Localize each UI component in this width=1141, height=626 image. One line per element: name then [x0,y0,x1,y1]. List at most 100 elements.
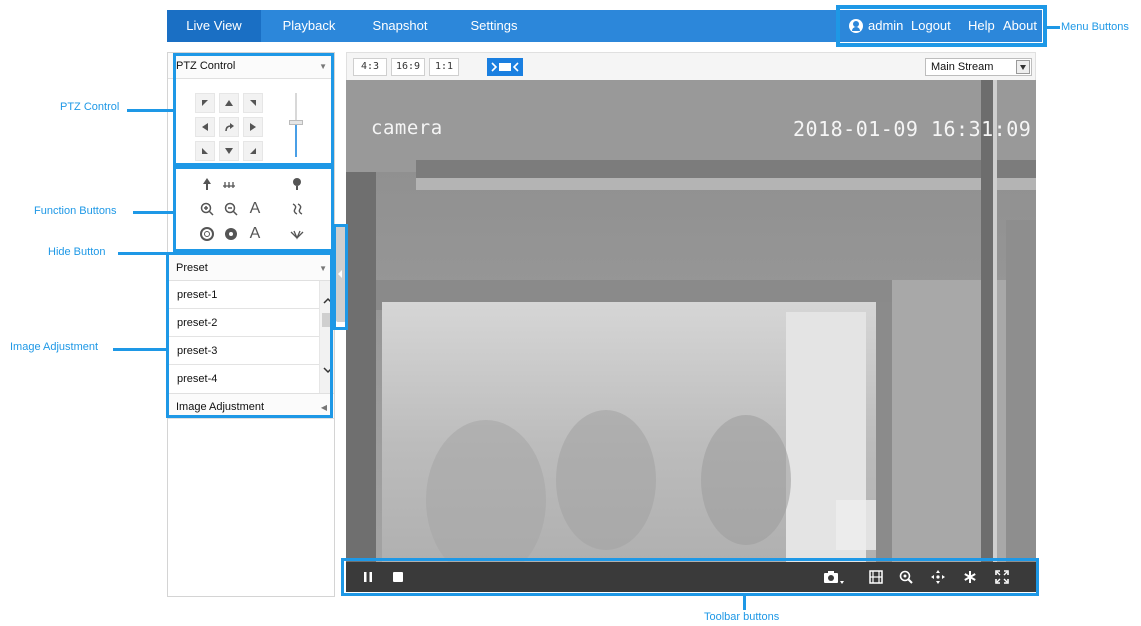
ptz-up-button[interactable] [219,93,239,113]
flashlight-icon [203,178,211,190]
fit-window-icon [491,62,519,72]
preset-title: Preset [176,262,208,274]
function-buttons-callout-line [133,211,173,214]
chevron-down-icon: ▼ [319,62,327,71]
hide-panel-button[interactable] [336,226,346,322]
preset-item[interactable]: preset-1 [168,281,319,309]
about-button[interactable]: About [1003,10,1037,42]
image-adjustment-header[interactable]: Image Adjustment ◀ [168,393,334,419]
preset-item[interactable]: preset-2 [168,309,319,337]
ratio-4-3-button[interactable]: 4:3 [353,58,387,76]
stop-button[interactable] [388,567,408,587]
menu-buttons-callout-line [1047,26,1060,29]
stop-icon [393,572,403,582]
toolbar-buttons-callout: Toolbar buttons [704,611,780,623]
zoom-out-icon [224,202,238,216]
ptz-up-left-button[interactable] [195,93,215,113]
camera-feed-image [346,80,1036,562]
magnifier-icon [899,570,913,584]
ptz-3d-positioning-button[interactable] [928,567,948,587]
heater-icon [292,203,303,215]
dropdown-arrow-icon[interactable] [1016,60,1030,74]
digital-zoom-button[interactable] [896,567,916,587]
scroll-thumb[interactable] [322,313,332,327]
video-toolbar [346,562,1036,592]
preset-label: preset-4 [177,373,218,385]
preset-item[interactable]: preset-3 [168,337,319,365]
tab-settings[interactable]: Settings [447,10,541,42]
user-name-link[interactable]: admin [868,10,903,42]
heater-button[interactable] [286,198,308,220]
ptz-speed-slider-thumb[interactable] [289,119,303,125]
snow-mode-button[interactable] [286,223,308,245]
focus-near-button[interactable]: A [244,198,266,220]
zoom-out-button[interactable] [220,198,242,220]
ptz-speed-slider-fill [295,121,297,157]
defog-button[interactable] [960,567,980,587]
user-icon [849,19,863,33]
ptz-down-right-button[interactable] [243,141,263,161]
scroll-down-button[interactable] [320,363,335,377]
preset-scrollbar[interactable] [319,281,334,393]
redo-icon [225,123,234,132]
snapshot-button[interactable] [820,567,848,587]
left-control-panel: PTZ Control ▼ A A Preset ▼ preset-1 pres… [167,52,335,597]
preset-header[interactable]: Preset ▼ [168,255,334,281]
scroll-up-button[interactable] [320,293,335,307]
ptz-down-button[interactable] [219,141,239,161]
chevron-down-icon [322,366,333,373]
image-adjustment-callout: Image Adjustment [10,341,99,353]
letter-a-icon: A [249,225,261,242]
ratio-1-1-button[interactable]: 1:1 [429,58,459,76]
letter-a-icon: A [249,200,261,217]
ptz-control-header[interactable]: PTZ Control ▼ [168,53,334,79]
iris-close-button[interactable] [220,223,242,245]
ptz-control-callout: PTZ Control [60,101,120,113]
arrow-right-icon [250,123,256,131]
tab-live-view[interactable]: Live View [167,10,261,42]
lamp-icon [293,178,301,190]
arrow-up-icon [225,100,233,106]
view-options-bar: 4:3 16:9 1:1 Main Stream [346,52,1036,80]
ptz-left-button[interactable] [195,117,215,137]
ptz-auto-scan-button[interactable] [219,117,239,137]
wiper-button[interactable] [218,173,240,195]
focus-far-button[interactable]: A [244,223,266,245]
light-button[interactable] [196,173,218,195]
fit-window-button[interactable] [487,58,523,76]
ptz-right-button[interactable] [243,117,263,137]
osd-timestamp: 2018-01-09 16:31:09 [793,117,1032,141]
pause-button[interactable] [358,567,378,587]
help-button[interactable]: Help [968,10,995,42]
stream-select[interactable]: Main Stream [925,58,1032,76]
hide-button-callout-line [118,252,333,255]
film-icon [869,570,883,584]
live-video-view[interactable]: camera 2018-01-09 16:31:09 [346,80,1036,562]
ptz-speed-slider-track[interactable] [295,93,297,157]
camera-icon [824,571,844,584]
ratio-16-9-button[interactable]: 16:9 [391,58,425,76]
arrow-up-left-icon [202,100,208,106]
lamp-button[interactable] [286,173,308,195]
arrow-down-left-icon [202,148,208,154]
top-navigation-bar: Live View Playback Snapshot Settings adm… [167,10,1042,42]
record-button[interactable] [866,567,886,587]
image-adjustment-callout-line [113,348,166,351]
stream-select-value: Main Stream [931,61,994,73]
zoom-in-button[interactable] [196,198,218,220]
fullscreen-button[interactable] [992,567,1012,587]
ptz-up-right-button[interactable] [243,93,263,113]
preset-label: preset-3 [177,345,218,357]
ptz-control-title: PTZ Control [176,60,236,72]
arrow-up-right-icon [250,100,256,106]
tab-playback[interactable]: Playback [265,10,353,42]
preset-label: preset-1 [177,289,218,301]
arrow-down-icon [225,148,233,154]
preset-item[interactable]: preset-4 [168,365,319,393]
tab-snapshot[interactable]: Snapshot [357,10,443,42]
move-arrows-icon [931,570,945,584]
iris-open-button[interactable] [196,223,218,245]
chevron-down-icon: ▼ [319,264,327,273]
logout-button[interactable]: Logout [911,10,951,42]
ptz-down-left-button[interactable] [195,141,215,161]
